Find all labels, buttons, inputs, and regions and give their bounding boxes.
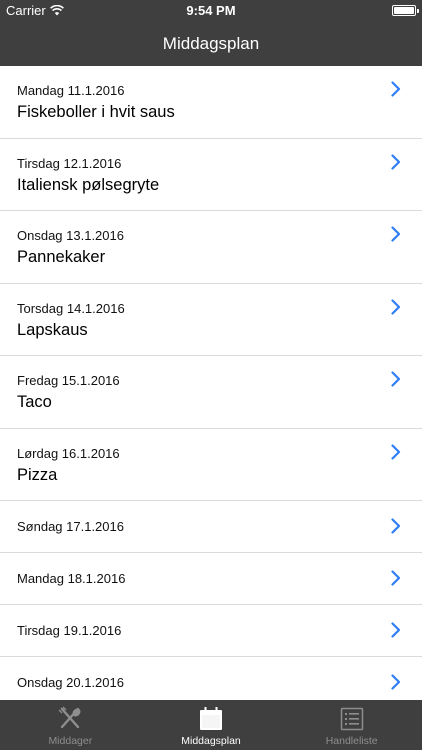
chevron-right-icon bbox=[391, 570, 401, 586]
chevron-right-icon bbox=[391, 81, 401, 97]
list-item[interactable]: Tirsdag 19.1.2016 bbox=[0, 605, 422, 657]
status-time: 9:54 PM bbox=[186, 3, 236, 18]
chevron-right-icon bbox=[391, 674, 401, 690]
day-date: Onsdag 20.1.2016 bbox=[17, 675, 124, 690]
list-item[interactable]: Onsdag 13.1.2016 Pannekaker bbox=[0, 211, 422, 284]
day-date: Tirsdag 19.1.2016 bbox=[17, 623, 122, 638]
list-item[interactable]: Søndag 17.1.2016 bbox=[0, 501, 422, 553]
tab-bar: Middager Middagsplan Handleliste bbox=[0, 700, 422, 750]
chevron-right-icon bbox=[391, 622, 401, 638]
day-date: Lørdag 16.1.2016 bbox=[17, 445, 120, 461]
list-item[interactable]: Mandag 18.1.2016 bbox=[0, 553, 422, 605]
chevron-right-icon bbox=[391, 226, 401, 242]
day-date: Mandag 18.1.2016 bbox=[17, 571, 126, 586]
day-list: Mandag 11.1.2016 Fiskeboller i hvit saus T… bbox=[0, 66, 422, 700]
screen: Carrier 9:54 PM Middagsplan Mandag 11.1.… bbox=[0, 0, 422, 750]
list-item[interactable]: Torsdag 14.1.2016 Lapskaus bbox=[0, 283, 422, 356]
dish-name: Italiensk pølsegryte bbox=[17, 175, 160, 194]
day-date: Torsdag 14.1.2016 bbox=[17, 300, 125, 316]
list-item[interactable]: Tirsdag 12.1.2016 Italiensk pølsegryte bbox=[0, 138, 422, 211]
tab-middagsplan[interactable]: Middagsplan bbox=[141, 700, 282, 750]
day-date: Mandag 11.1.2016 bbox=[17, 83, 125, 98]
list-item[interactable]: Mandag 11.1.2016 Fiskeboller i hvit saus bbox=[0, 66, 422, 139]
chevron-right-icon bbox=[391, 153, 401, 170]
list-icon bbox=[338, 705, 366, 733]
dish-name: Pizza bbox=[17, 465, 58, 484]
list-item[interactable]: Fredag 15.1.2016 Taco bbox=[0, 356, 422, 429]
chevron-right-icon bbox=[391, 371, 401, 387]
list-item[interactable]: Lørdag 16.1.2016 Pizza bbox=[0, 428, 422, 501]
top-bar: Carrier 9:54 PM Middagsplan bbox=[0, 0, 422, 66]
tab-label: Middager bbox=[48, 735, 93, 747]
list-item[interactable]: Onsdag 20.1.2016 bbox=[0, 657, 422, 700]
tab-middager[interactable]: Middager bbox=[0, 700, 141, 750]
status-bar: Carrier 9:54 PM bbox=[0, 0, 422, 22]
chevron-right-icon bbox=[391, 518, 401, 534]
day-date: Tirsdag 12.1.2016 bbox=[17, 155, 122, 171]
day-date: Søndag 17.1.2016 bbox=[17, 519, 124, 534]
tab-label: Middagsplan bbox=[181, 735, 241, 747]
chevron-right-icon bbox=[391, 298, 401, 315]
dish-name: Pannekaker bbox=[17, 248, 106, 266]
chevron-right-icon bbox=[391, 443, 401, 460]
battery-icon bbox=[392, 5, 419, 16]
utensils-icon bbox=[56, 705, 84, 733]
page-title: Middagsplan bbox=[162, 34, 260, 53]
tab-label: Handleliste bbox=[325, 735, 378, 747]
dish-name: Lapskaus bbox=[17, 320, 88, 339]
day-date: Fredag 15.1.2016 bbox=[17, 373, 120, 388]
calendar-icon bbox=[197, 705, 225, 733]
tab-handleliste[interactable]: Handleliste bbox=[281, 700, 422, 750]
day-date: Onsdag 13.1.2016 bbox=[17, 228, 124, 243]
dish-name: Taco bbox=[17, 393, 52, 411]
dish-name: Fiskeboller i hvit saus bbox=[17, 103, 175, 121]
